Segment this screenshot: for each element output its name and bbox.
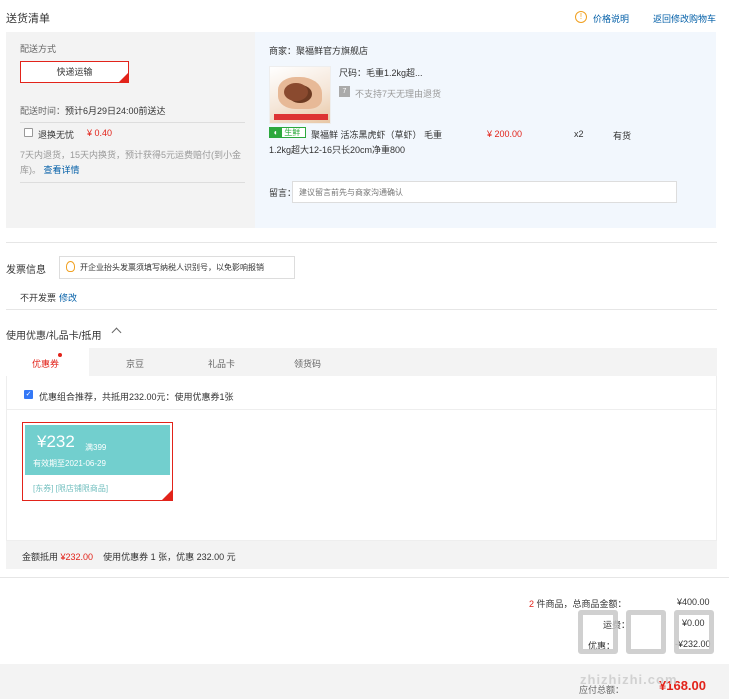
no-return-icon: 7: [339, 86, 350, 97]
divider: [0, 577, 729, 578]
return-service-checkbox[interactable]: [24, 128, 33, 137]
coupon-footer-text: 金额抵用 ¥232.00 使用优惠券 1 张，优惠 232.00 元: [22, 550, 236, 563]
remark-input[interactable]: [292, 181, 677, 203]
shipping-method-label: 快递运输: [56, 67, 93, 77]
coupon-tabbar: [6, 348, 717, 376]
shipping-method-button[interactable]: 快递运输: [20, 61, 129, 83]
coupon-tags: [东券] [限店铺限商品]: [33, 484, 109, 493]
product-image[interactable]: [269, 66, 331, 124]
delivery-time-value: 预计6月29日24:00前送达: [65, 106, 166, 116]
return-service-price: ¥ 0.40: [87, 128, 113, 138]
item-count: 2: [529, 599, 535, 609]
invoice-value: 不开发票: [20, 293, 57, 303]
coupon-condition: 满399: [85, 443, 107, 452]
divider: [20, 182, 245, 183]
invoice-tip: 开企业抬头发票须填写纳税人识别号，以免影响报销: [59, 256, 295, 279]
tab-coupons[interactable]: 优惠券: [32, 357, 59, 370]
watermark-text: zhizhizhi.com: [580, 672, 678, 687]
product-spec: 尺码：毛重1.2kg超...: [339, 68, 423, 78]
fresh-tag-label: 生鲜: [284, 128, 301, 137]
shop-name[interactable]: 商家：聚福鲜官方旗舰店: [269, 44, 368, 57]
tab-gift-card[interactable]: 礼品卡: [208, 357, 235, 370]
coupon-expiry: 有效期至2021-06-29: [33, 459, 106, 468]
new-dot-icon: [58, 353, 62, 357]
footer-label: 金额抵用: [22, 552, 59, 562]
footer-detail: 使用优惠券 1 张，优惠 232.00 元: [103, 552, 236, 562]
combo-checkbox[interactable]: ✓: [24, 390, 33, 399]
return-service-desc: 7天内退货，15天内换货，预计获得5元运费赔付(到小金库)。 查看详情: [20, 148, 250, 178]
product-price: ¥ 200.00: [487, 129, 523, 139]
divider: [6, 409, 717, 410]
summary-total: ¥400.00: [677, 597, 710, 607]
return-service-label: 退换无忧: [38, 130, 75, 140]
shipping-label: 配送方式: [20, 44, 57, 54]
delivery-time-label: 配送时间：: [20, 106, 66, 116]
tab-redeem-code[interactable]: 领货码: [294, 357, 321, 370]
divider: [20, 122, 245, 123]
price-help-link[interactable]: 价格说明: [593, 12, 629, 25]
selected-corner-icon: [119, 73, 128, 82]
no-return-text: 不支持7天无理由退货: [355, 89, 442, 99]
chevron-up-icon[interactable]: [111, 327, 122, 338]
invoice-title: 发票信息: [6, 265, 46, 276]
watermark-logo: [578, 610, 718, 654]
return-more-link[interactable]: 查看详情: [44, 165, 80, 175]
divider: [6, 242, 717, 243]
delivery-time: 配送时间：预计6月29日24:00前送达: [20, 104, 166, 117]
fresh-icon: ◐: [270, 128, 282, 137]
lightbulb-icon: [66, 261, 75, 272]
page-title: 送货清单: [6, 13, 50, 25]
coupon-section-title[interactable]: 使用优惠/礼品卡/抵用: [6, 327, 102, 342]
product-stock: 有货: [613, 131, 632, 141]
info-icon: !: [575, 11, 587, 23]
divider: [6, 309, 717, 310]
footer-amount: ¥232.00: [60, 552, 94, 562]
combo-text: 优惠组合推荐，共抵用232.00元：使用优惠券1张: [39, 392, 234, 402]
fresh-tag: ◐ 生鲜: [269, 127, 306, 138]
invoice-edit-link[interactable]: 修改: [59, 291, 77, 304]
selected-corner-icon: [162, 490, 172, 500]
product-quantity: x2: [574, 129, 584, 139]
coupon-amount: ¥232: [37, 432, 75, 451]
back-to-cart-link[interactable]: 返回修改购物车: [653, 12, 716, 25]
summary-count: 2 件商品，总商品金额：: [529, 597, 627, 610]
item-count-label: 件商品，总商品金额：: [536, 599, 627, 609]
tab-jingdou[interactable]: 京豆: [126, 357, 144, 370]
